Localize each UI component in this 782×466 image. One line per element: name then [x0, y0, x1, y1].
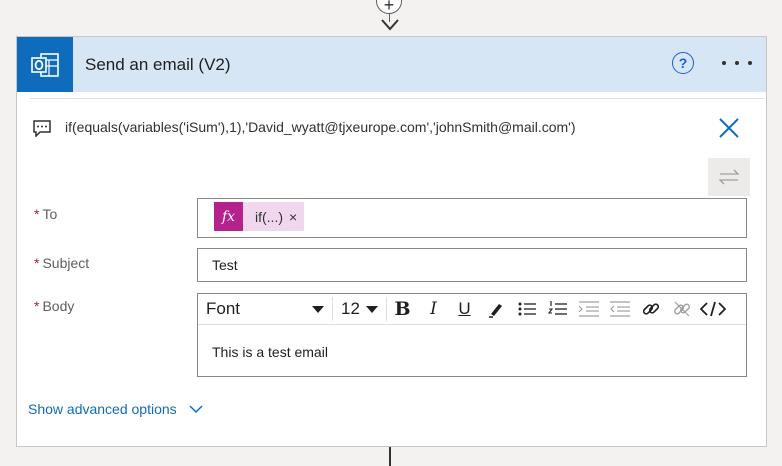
bold-icon: B: [394, 298, 411, 320]
token-remove-icon[interactable]: ×: [289, 209, 304, 225]
swap-view-button[interactable]: [708, 158, 750, 196]
unlink-button[interactable]: [666, 296, 697, 322]
underline-icon: U: [458, 299, 471, 318]
arrow-down-icon: [381, 19, 399, 31]
italic-button[interactable]: I: [418, 296, 449, 322]
card-header[interactable]: Send an email (V2) ?: [17, 37, 766, 92]
comment-icon: [33, 120, 51, 137]
insert-step-button[interactable]: +: [376, 0, 402, 15]
font-size-dropdown[interactable]: 12: [333, 297, 387, 321]
pen-icon: [488, 304, 502, 318]
fx-icon: fx: [214, 202, 243, 231]
connector-line-bottom: [389, 447, 391, 466]
body-editor[interactable]: Font 12 B I U This is a test email: [197, 293, 747, 377]
required-mark: *: [34, 298, 40, 314]
underline-button[interactable]: U: [449, 296, 480, 322]
increase-indent-button[interactable]: [604, 296, 635, 322]
decrease-indent-icon: [578, 301, 599, 317]
to-label-text: To: [42, 206, 58, 222]
body-label-text: Body: [42, 298, 75, 314]
bullet-list-button[interactable]: [511, 296, 542, 322]
advanced-label: Show advanced options: [28, 401, 177, 417]
required-mark: *: [34, 255, 40, 271]
font-dropdown[interactable]: Font: [198, 297, 333, 321]
close-icon[interactable]: [716, 115, 742, 141]
card-title[interactable]: Send an email (V2): [85, 55, 231, 75]
more-options-icon[interactable]: [722, 53, 752, 73]
bullet-list-icon: [518, 302, 536, 316]
plus-icon: +: [383, 0, 395, 15]
action-card: Send an email (V2) ? if(equals(variables…: [16, 36, 767, 447]
divider: [29, 98, 764, 99]
code-view-icon: [699, 301, 726, 317]
swap-arrows-icon: [718, 169, 740, 185]
increase-indent-icon: [609, 301, 630, 317]
highlight-button[interactable]: [480, 296, 511, 322]
italic-icon: I: [430, 299, 437, 319]
body-label: * Body: [34, 298, 74, 314]
font-value: Font: [206, 299, 241, 318]
subject-label: * Subject: [34, 255, 89, 271]
chevron-down-icon: [189, 404, 203, 413]
outlook-icon: [17, 37, 73, 92]
help-icon[interactable]: ?: [672, 52, 694, 74]
subject-label-text: Subject: [42, 255, 90, 271]
expression-text[interactable]: if(equals(variables('iSum'),1),'David_wy…: [65, 119, 576, 135]
link-icon: [642, 303, 659, 315]
numbered-list-button[interactable]: [542, 296, 573, 322]
numbered-list-icon: [547, 301, 567, 315]
chevron-down-icon: [366, 305, 378, 313]
rich-text-toolbar: Font 12 B I U: [198, 294, 746, 325]
body-value: This is a test email: [212, 344, 328, 360]
subject-value: Test: [212, 257, 238, 273]
expression-token[interactable]: fx if(...) ×: [214, 202, 305, 231]
subject-field[interactable]: Test: [197, 248, 747, 282]
bold-button[interactable]: B: [387, 296, 418, 322]
decrease-indent-button[interactable]: [573, 296, 604, 322]
font-size-value: 12: [341, 299, 360, 318]
link-button[interactable]: [635, 296, 666, 322]
to-field[interactable]: fx if(...) ×: [197, 198, 747, 238]
token-label: if(...): [255, 208, 283, 225]
unlink-icon: [673, 301, 690, 317]
chevron-down-icon: [312, 305, 324, 313]
required-mark: *: [34, 206, 40, 222]
show-advanced-options-link[interactable]: Show advanced options: [28, 401, 203, 417]
code-view-button[interactable]: [697, 296, 728, 322]
to-label: * To: [34, 206, 57, 222]
